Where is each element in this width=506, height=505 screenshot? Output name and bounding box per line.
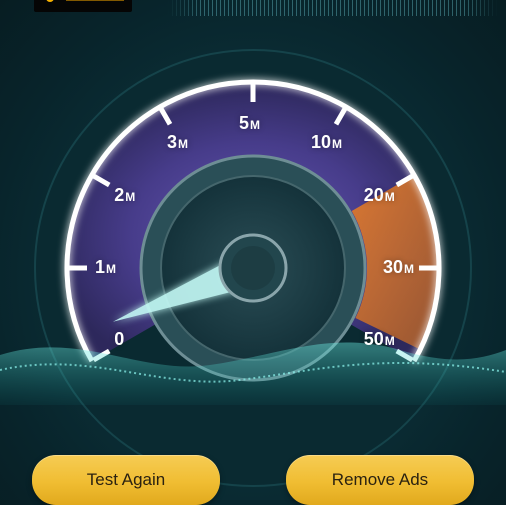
test-again-button[interactable]: Test Again — [32, 455, 220, 505]
tick-label-2m: 2M — [114, 185, 136, 205]
tick-label-1m: 1M — [95, 257, 117, 277]
tick-label-0: 0 — [114, 329, 125, 349]
tick-label-10m: 10M — [311, 132, 343, 153]
tick-label-3m: 3M — [167, 132, 189, 153]
remove-ads-button[interactable]: Remove Ads — [286, 455, 474, 505]
tick-label-5m: 5M — [239, 113, 261, 133]
speedometer: 0 1M 2M 3M 5M 10M 20M 30M 50M — [0, 0, 506, 500]
tick-label-50m: 50M — [363, 329, 395, 349]
tick-label-20m: 20M — [363, 185, 395, 205]
speedometer-graphic — [0, 49, 506, 487]
needle-cap-inner — [231, 246, 275, 290]
tick-label-30m: 30M — [383, 257, 415, 277]
